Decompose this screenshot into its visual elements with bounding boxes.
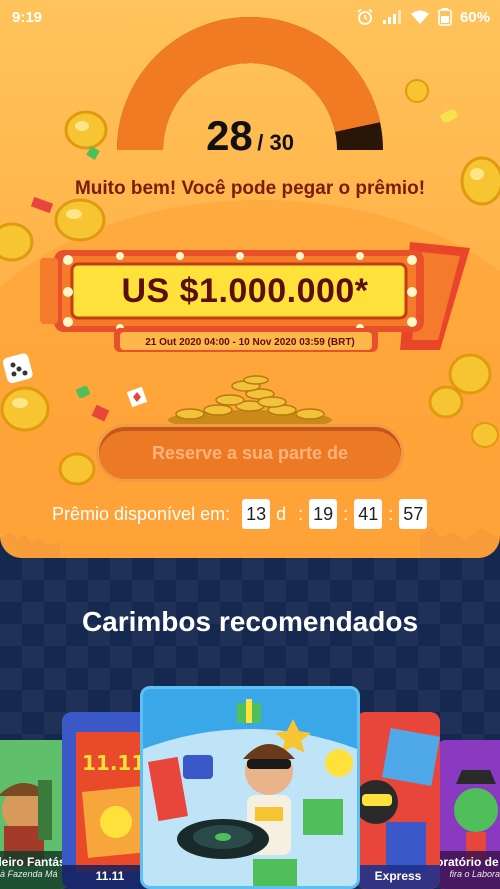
card-title: oratório de En xyxy=(436,855,500,869)
prize-amount: US $1.000.000* xyxy=(121,272,369,310)
card-caption: Express xyxy=(356,865,440,889)
countdown-separator: : xyxy=(298,503,304,524)
status-icons: 60% xyxy=(356,8,490,26)
confetti-icon xyxy=(30,196,54,214)
countdown-days: 13 xyxy=(242,499,271,529)
countdown-separator: : xyxy=(388,503,394,524)
card-title: Express xyxy=(374,869,422,883)
signal-icon xyxy=(382,10,401,24)
reserve-button[interactable]: Reserve a sua parte de xyxy=(96,424,404,482)
stamp-card[interactable]: oratório de En fira o Laborat xyxy=(436,740,500,889)
confetti-icon xyxy=(76,386,90,398)
confetti-icon xyxy=(91,404,110,422)
prize-date-range: 21 Out 2020 04:00 - 10 Nov 2020 03:59 (B… xyxy=(145,337,355,348)
success-message: Muito bem! Você pode pegar o prêmio! xyxy=(74,178,426,199)
battery-level: 60% xyxy=(459,8,490,26)
confetti-icon xyxy=(126,386,148,408)
stamp-card-featured[interactable] xyxy=(140,686,360,889)
card-caption: oratório de En fira o Laborat xyxy=(436,851,500,889)
section-title: Carimbos recomendados xyxy=(81,606,419,637)
coin-icon xyxy=(471,422,499,448)
battery-icon xyxy=(438,8,452,26)
clock-time: 9:19 xyxy=(12,8,43,26)
express-illustration xyxy=(356,712,440,889)
card-caption: endeiro Fantást a à Fazenda Má xyxy=(0,851,70,889)
coin-icon xyxy=(58,452,96,486)
wifi-icon xyxy=(410,10,429,24)
coin-icon xyxy=(405,79,429,103)
card-subtitle: fira o Laborat xyxy=(449,869,500,879)
dice-icon xyxy=(2,353,33,384)
progress-score: 28 / 30 xyxy=(0,112,500,160)
coin-pile-icon xyxy=(168,375,332,430)
countdown-timer: Prêmio disponível em: 13 d : 19 : 41 : 5… xyxy=(52,498,428,530)
countdown-seconds: 57 xyxy=(399,499,428,529)
countdown-separator: : xyxy=(343,503,349,524)
coin-icon xyxy=(0,386,50,432)
coin-icon xyxy=(428,385,464,419)
progress-current: 28 xyxy=(206,112,253,159)
countdown-minutes: 41 xyxy=(354,499,383,529)
progress-total: / 30 xyxy=(257,130,294,155)
countdown-days-unit: d xyxy=(276,503,287,524)
svg-text:11.11: 11.11 xyxy=(82,751,145,775)
card-title: endeiro Fantást xyxy=(0,855,70,869)
featured-illustration xyxy=(143,689,357,886)
stamp-card[interactable]: Express xyxy=(356,712,440,889)
coin-icon xyxy=(460,156,500,206)
alarm-icon xyxy=(357,8,373,25)
stamp-card[interactable]: endeiro Fantást a à Fazenda Má xyxy=(0,740,70,889)
countdown-label: Prêmio disponível em: xyxy=(52,503,231,524)
status-bar: 9:19 60% xyxy=(0,0,500,34)
card-subtitle: a à Fazenda Má xyxy=(0,869,58,879)
countdown-hours: 19 xyxy=(309,499,338,529)
coin-icon xyxy=(0,222,34,262)
